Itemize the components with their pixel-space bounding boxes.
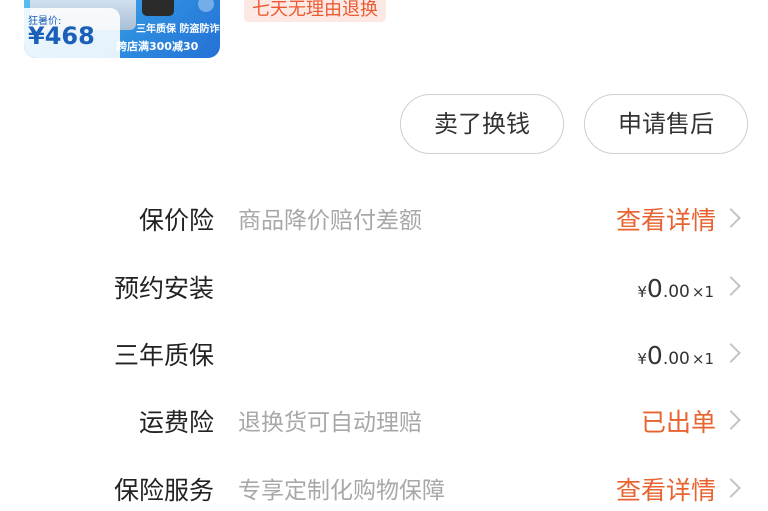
decorative-bubble <box>198 0 214 12</box>
chevron-right-icon <box>721 410 741 430</box>
amount-integer: 0 <box>646 341 663 370</box>
sell-for-cash-button[interactable]: 卖了换钱 <box>400 94 564 154</box>
service-label: 三年质保 <box>113 341 214 370</box>
service-label: 保险服务 <box>113 476 214 505</box>
service-row-shipping-insurance[interactable]: 运费险 退换货可自动理赔 已出单 <box>0 403 768 443</box>
product-thumbnail[interactable]: 狂暑价: ¥468 三年质保 防盗防诈 跨店满300减30 <box>24 0 220 58</box>
service-row-warranty[interactable]: 三年质保 ¥0.00 ×1 <box>0 336 768 376</box>
service-description: 商品降价赔付差额 <box>238 208 422 234</box>
currency-symbol: ¥ <box>637 350 647 368</box>
request-aftersale-button[interactable]: 申请售后 <box>584 94 748 154</box>
service-row-price-protection[interactable]: 保价险 商品降价赔付差额 查看详情 <box>0 201 768 241</box>
service-row-insurance[interactable]: 保险服务 专享定制化购物保障 查看详情 <box>0 471 768 511</box>
promo-text-discount: 跨店满300减30 <box>116 40 199 53</box>
service-label: 保价险 <box>138 206 214 235</box>
service-action-link[interactable]: 查看详情 <box>616 201 716 241</box>
amount-decimal: .00 <box>662 282 690 302</box>
service-quantity: ×1 <box>691 350 714 368</box>
return-policy-badge: 七天无理由退换 <box>244 0 386 22</box>
chevron-right-icon <box>721 208 741 228</box>
amount-integer: 0 <box>646 274 663 303</box>
service-label: 运费险 <box>138 408 214 437</box>
product-device-image <box>142 0 174 16</box>
promo-text-warranty: 三年质保 防盗防诈 <box>136 24 220 35</box>
amount-decimal: .00 <box>662 349 690 369</box>
service-quantity: ×1 <box>691 283 714 301</box>
service-label: 预约安装 <box>113 274 214 303</box>
service-description: 专享定制化购物保障 <box>238 478 445 504</box>
service-amount: ¥0.00 ×1 <box>637 269 714 312</box>
currency-symbol: ¥ <box>637 283 647 301</box>
service-amount: ¥0.00 ×1 <box>637 336 714 379</box>
service-action-link[interactable]: 查看详情 <box>616 471 716 511</box>
chevron-right-icon <box>721 478 741 498</box>
product-price: ¥468 <box>28 22 95 50</box>
chevron-right-icon <box>721 276 741 296</box>
service-row-installation[interactable]: 预约安装 ¥0.00 ×1 <box>0 269 768 309</box>
chevron-right-icon <box>721 343 741 363</box>
service-description: 退换货可自动理赔 <box>238 410 422 436</box>
service-action-link[interactable]: 已出单 <box>641 403 716 443</box>
